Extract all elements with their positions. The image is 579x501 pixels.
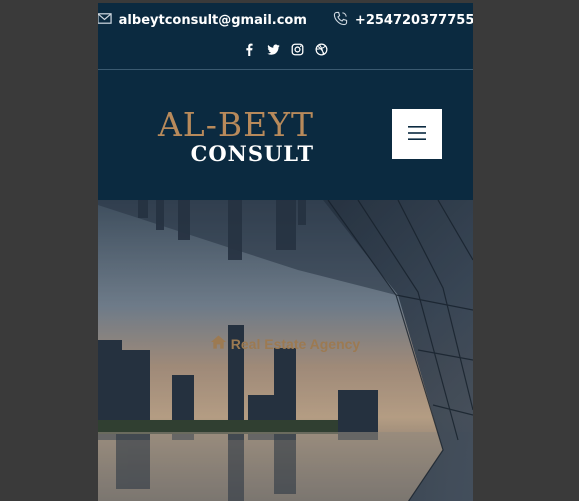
contact-row: albeytconsult@gmail.com +254720377755 <box>98 3 473 37</box>
social-links <box>98 37 473 61</box>
site-header: AL-BEYT CONSULT <box>98 70 473 200</box>
phone-text: +254720377755 <box>354 12 473 28</box>
logo-sub-text: CONSULT <box>190 141 314 166</box>
phone-link[interactable]: +254720377755 <box>333 11 473 30</box>
instagram-icon[interactable] <box>291 43 304 56</box>
email-link[interactable]: albeytconsult@gmail.com <box>98 11 307 30</box>
menu-toggle-button[interactable] <box>392 109 442 159</box>
hero-badge: Real Estate Agency <box>98 335 473 352</box>
top-contact-bar: albeytconsult@gmail.com +254720377755 <box>98 3 473 70</box>
dribbble-icon[interactable] <box>315 43 328 56</box>
email-text: albeytconsult@gmail.com <box>118 12 307 28</box>
home-icon <box>210 335 226 352</box>
envelope-icon <box>98 11 112 30</box>
phone-icon <box>333 11 348 30</box>
hamburger-menu-icon <box>408 125 426 144</box>
twitter-icon[interactable] <box>267 43 280 56</box>
facebook-icon[interactable] <box>243 43 256 56</box>
hero-banner: Real Estate Agency <box>98 200 473 501</box>
logo-main-text: AL-BEYT <box>157 105 314 144</box>
mobile-viewport: albeytconsult@gmail.com +254720377755 AL… <box>98 3 473 501</box>
brand-logo[interactable]: AL-BEYT CONSULT <box>124 108 314 166</box>
hero-badge-text: Real Estate Agency <box>230 335 361 352</box>
